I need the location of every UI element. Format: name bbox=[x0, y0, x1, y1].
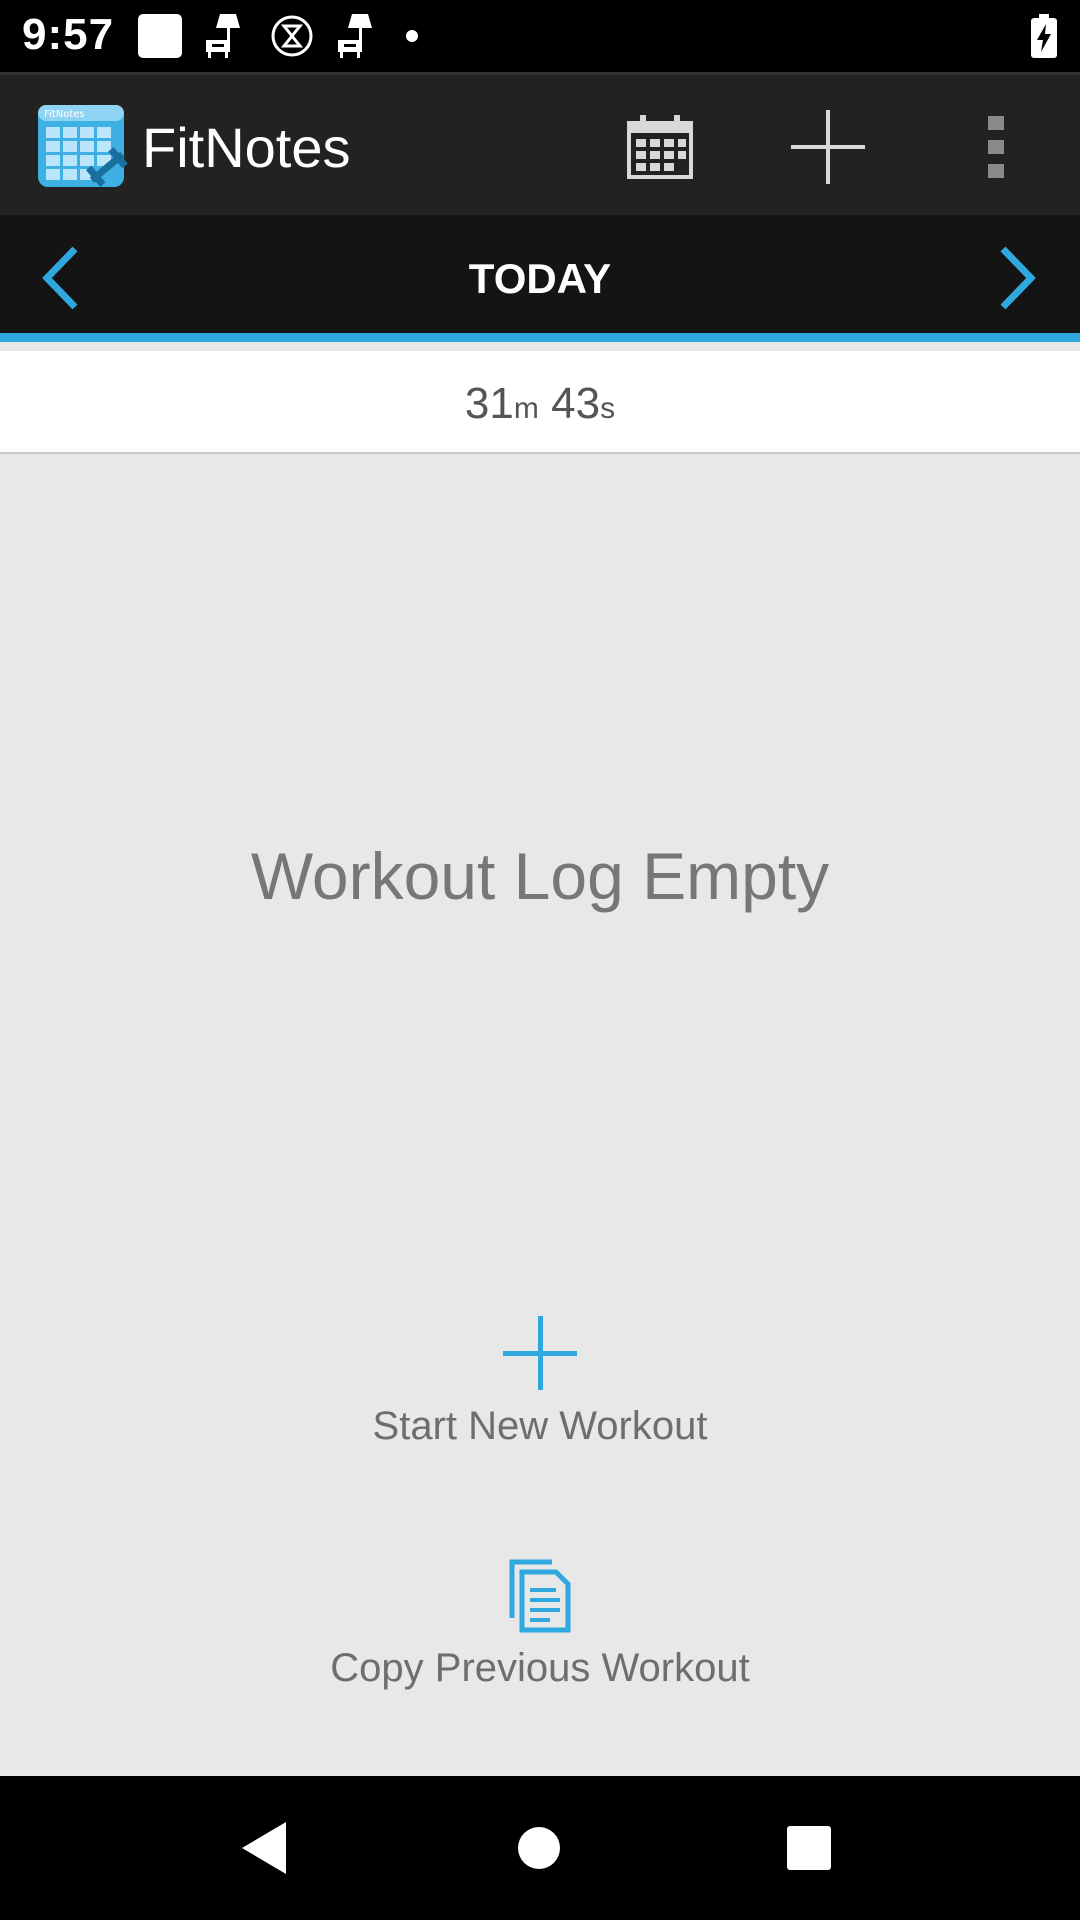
dot-icon bbox=[402, 26, 422, 46]
calendar-icon bbox=[627, 115, 693, 179]
status-bar: 9:57 bbox=[0, 0, 1080, 72]
app-title: FitNotes bbox=[142, 116, 351, 179]
timer-seconds: 43 bbox=[551, 379, 601, 428]
status-icons bbox=[138, 12, 444, 60]
timer-minutes-unit: m bbox=[513, 392, 539, 425]
svg-text:FitNotes: FitNotes bbox=[44, 109, 85, 120]
timer-minutes: 31 bbox=[464, 379, 514, 428]
overflow-menu-button[interactable] bbox=[954, 105, 1038, 189]
notification-square-icon bbox=[138, 14, 182, 58]
recents-icon bbox=[787, 1826, 831, 1870]
system-navigation-bar bbox=[0, 1776, 1080, 1920]
back-button[interactable] bbox=[228, 1812, 300, 1884]
battery-charging-icon bbox=[1030, 14, 1058, 63]
recents-button[interactable] bbox=[773, 1812, 845, 1884]
workout-timer[interactable]: 31m 43s bbox=[0, 351, 1080, 454]
date-label[interactable]: TODAY bbox=[0, 255, 1080, 303]
timer-readout: 31m 43s bbox=[0, 379, 1080, 429]
start-new-workout-label: Start New Workout bbox=[372, 1404, 708, 1448]
lamp-icon bbox=[336, 12, 380, 60]
app-logo-icon: FitNotes bbox=[36, 103, 128, 191]
lamp-icon bbox=[204, 12, 248, 60]
next-day-button[interactable] bbox=[982, 243, 1052, 313]
hourglass-icon bbox=[270, 14, 314, 58]
home-icon bbox=[518, 1827, 560, 1869]
add-button[interactable] bbox=[786, 105, 870, 189]
date-navigation: TODAY bbox=[0, 215, 1080, 342]
copy-document-icon bbox=[509, 1559, 571, 1633]
overflow-menu-icon bbox=[988, 116, 1004, 178]
start-workout-icon bbox=[240, 1316, 840, 1396]
copy-previous-workout-button[interactable]: Copy Previous Workout bbox=[240, 1558, 840, 1691]
copy-workout-icon bbox=[240, 1558, 840, 1638]
app-bar: FitNotes FitNotes bbox=[0, 72, 1080, 215]
empty-log-message: Workout Log Empty bbox=[250, 839, 830, 913]
start-new-workout-button[interactable]: Start New Workout bbox=[240, 1316, 840, 1449]
timer-seconds-unit: s bbox=[600, 392, 616, 425]
chevron-right-icon bbox=[1000, 246, 1036, 310]
plus-icon bbox=[503, 1316, 577, 1390]
back-icon bbox=[242, 1822, 286, 1874]
copy-previous-workout-label: Copy Previous Workout bbox=[330, 1646, 750, 1690]
add-icon bbox=[791, 110, 865, 184]
calendar-button[interactable] bbox=[618, 105, 702, 189]
home-button[interactable] bbox=[503, 1812, 575, 1884]
status-time: 9:57 bbox=[22, 10, 115, 59]
